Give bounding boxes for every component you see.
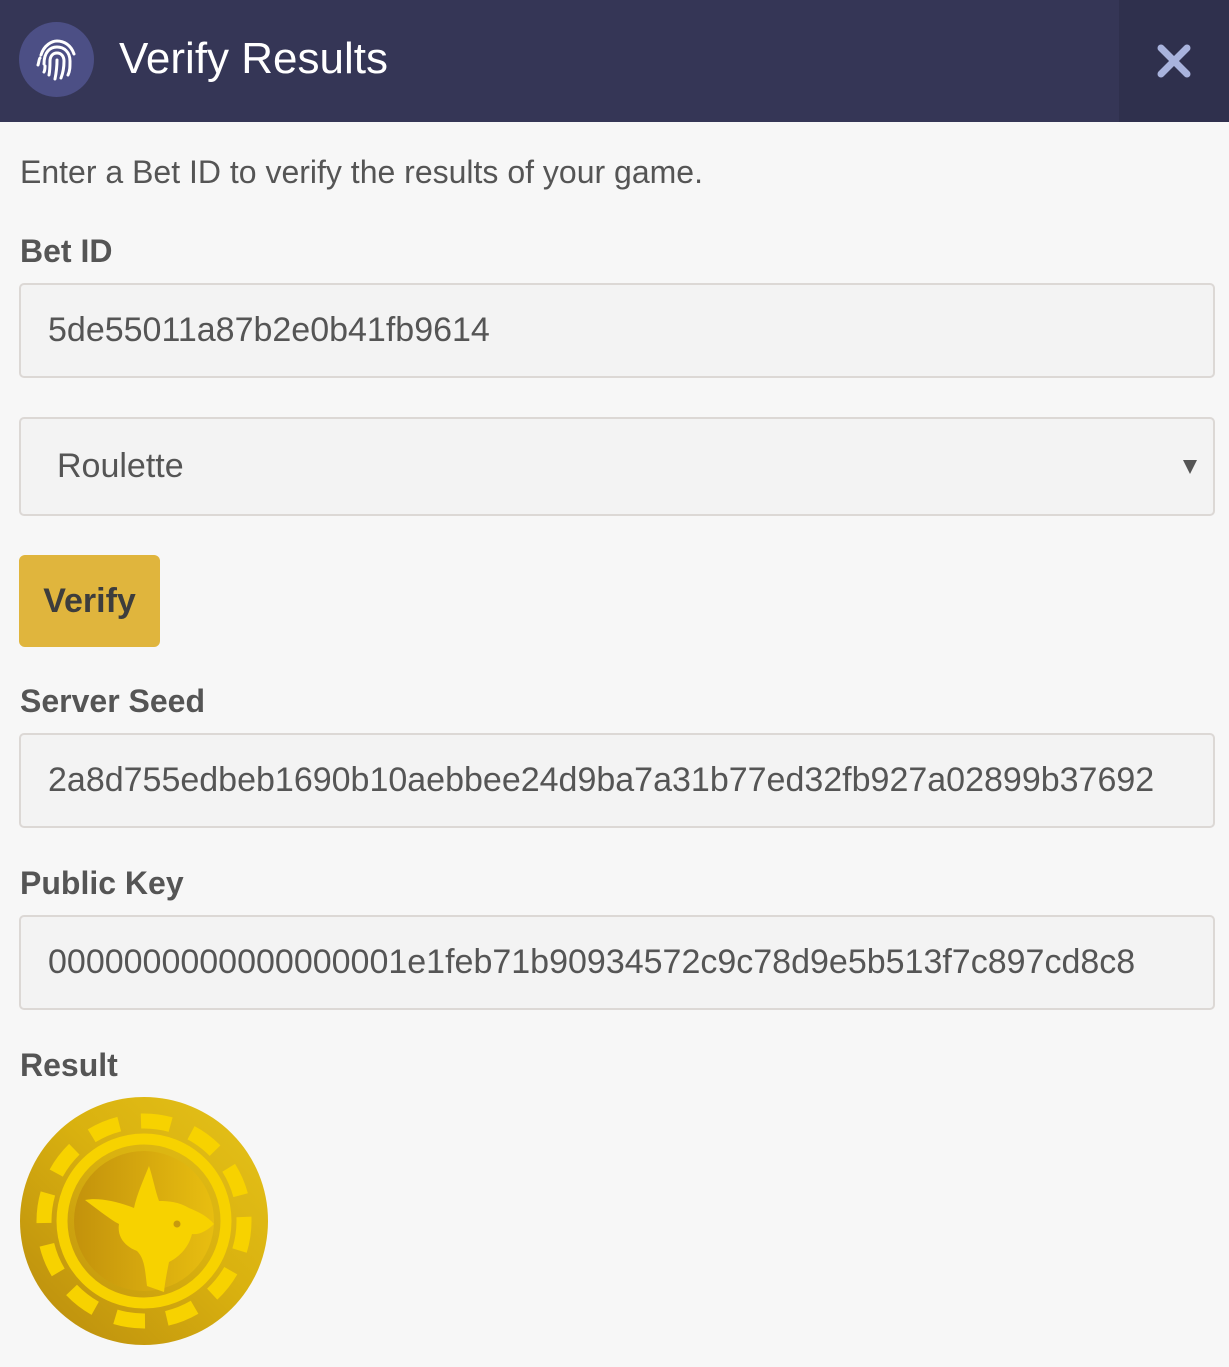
bet-id-input[interactable]: 5de55011a87b2e0b41fb9614 (19, 283, 1215, 378)
server-seed-value: 2a8d755edbeb1690b10aebbee24d9ba7a31b77ed… (48, 761, 1155, 799)
result-label: Result (20, 1047, 118, 1083)
modal-header: Verify Results (0, 0, 1229, 122)
verify-button[interactable]: Verify (19, 555, 160, 647)
modal-title: Verify Results (119, 34, 388, 83)
game-select[interactable]: Roulette (19, 417, 1215, 516)
verify-results-modal: Verify Results Enter a Bet ID to verify … (0, 0, 1229, 1367)
public-key-input[interactable]: 0000000000000000001e1feb71b90934572c9c78… (19, 915, 1215, 1010)
close-button[interactable] (1119, 0, 1229, 122)
bet-id-value: 5de55011a87b2e0b41fb9614 (48, 311, 490, 349)
bet-id-label: Bet ID (20, 233, 113, 269)
gold-kangaroo-chip-icon (19, 1096, 269, 1346)
fingerprint-icon (19, 22, 94, 97)
intro-text: Enter a Bet ID to verify the results of … (20, 154, 703, 190)
server-seed-label: Server Seed (20, 683, 206, 719)
public-key-value: 0000000000000000001e1feb71b90934572c9c78… (48, 943, 1136, 981)
close-icon (1157, 44, 1191, 78)
server-seed-input[interactable]: 2a8d755edbeb1690b10aebbee24d9ba7a31b77ed… (19, 733, 1215, 828)
dropdown-arrow-icon (1183, 459, 1197, 474)
game-select-value: Roulette (57, 447, 184, 485)
public-key-label: Public Key (20, 865, 184, 901)
